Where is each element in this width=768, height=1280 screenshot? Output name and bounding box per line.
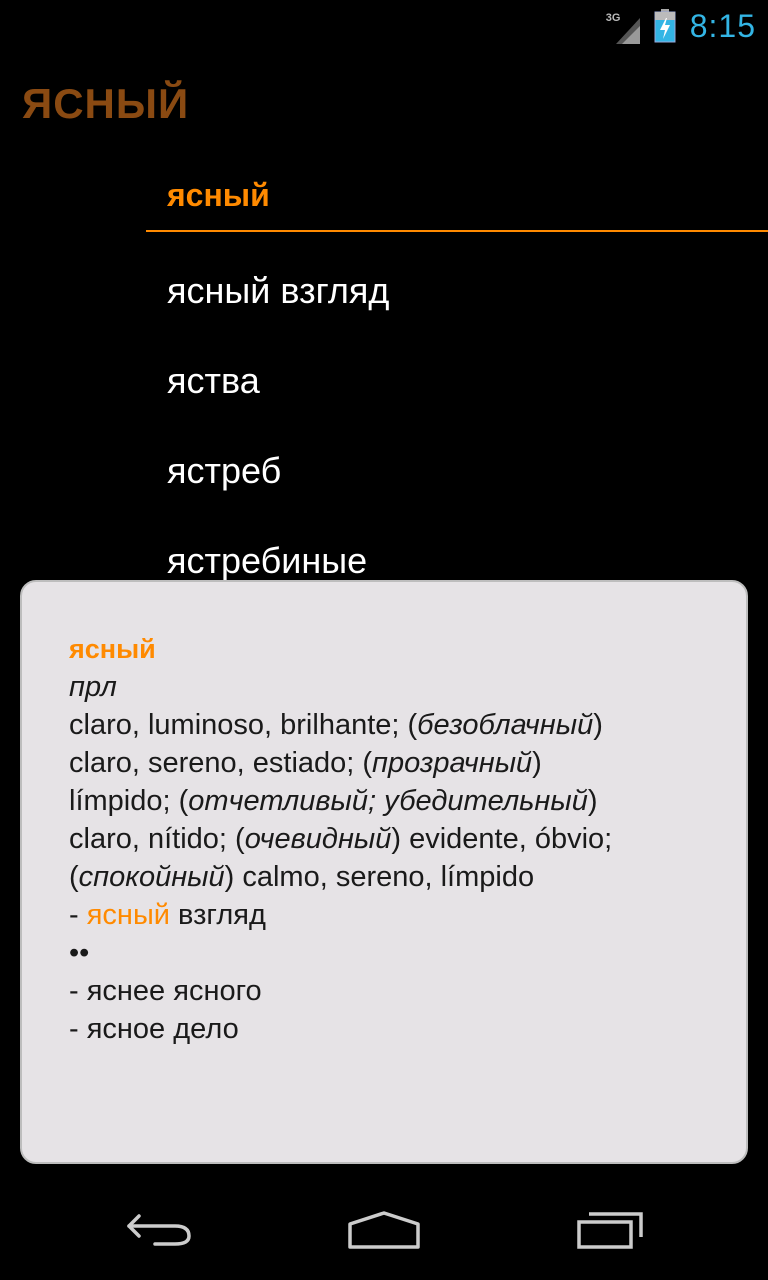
status-icons: 3G 8:15 <box>606 4 756 48</box>
recent-apps-icon <box>577 1212 643 1249</box>
definition-line: claro, nítido; (очевидный) evidente, óbv… <box>69 820 700 858</box>
back-button[interactable] <box>90 1180 230 1280</box>
definition-note: безоблачный <box>417 709 594 741</box>
definition-text: ) <box>532 747 542 779</box>
definition-note: прозрачный <box>372 747 533 779</box>
definition-body: claro, luminoso, brilhante; (безоблачный… <box>69 706 700 1048</box>
definition-text: ) calmo, sereno, límpido <box>224 861 535 893</box>
definition-line: (спокойный) calmo, sereno, límpido <box>69 858 700 896</box>
navigation-bar <box>0 1180 768 1280</box>
definition-popup[interactable]: ясный прл claro, luminoso, brilhante; (б… <box>20 580 748 1164</box>
definition-line: - ясное дело <box>69 1010 700 1048</box>
word-list-item[interactable]: ясный взгляд <box>146 246 768 336</box>
definition-text: ) <box>593 709 603 741</box>
definition-text: - яснее ясного <box>69 975 262 1007</box>
definition-text: •• <box>69 937 90 969</box>
definition-line: - яснее ясного <box>69 972 700 1010</box>
word-list: ясный ясный взгляд яства ястреб ястребин… <box>146 155 768 606</box>
part-of-speech: прл <box>69 671 117 703</box>
word-list-item[interactable]: яства <box>146 336 768 426</box>
definition-note: отчетливый; убедительный <box>188 785 588 817</box>
definition-note: очевидный <box>244 823 392 855</box>
definition-text: claro, nítido; ( <box>69 823 245 855</box>
definition-text: claro, luminoso, brilhante; ( <box>69 709 418 741</box>
page-title: ЯСНЫЙ <box>22 80 190 127</box>
status-bar: 3G 8:15 <box>0 0 768 50</box>
home-button[interactable] <box>314 1180 454 1280</box>
home-icon <box>348 1211 420 1249</box>
definition-text: - <box>69 899 87 931</box>
battery-charging-icon <box>654 9 676 43</box>
definition-text: взгляд <box>169 899 266 931</box>
definition-line: límpido; (отчетливый; убедительный) <box>69 782 700 820</box>
definition-line: •• <box>69 934 700 972</box>
signal-icon: 3G <box>606 8 640 44</box>
definition-line: claro, luminoso, brilhante; (безоблачный… <box>69 706 700 744</box>
definition-line: - ясный взгляд <box>69 896 700 934</box>
word-list-item-selected[interactable]: ясный <box>146 155 768 232</box>
definition-note: спокойный <box>78 861 225 893</box>
definition-text: límpido; ( <box>69 785 189 817</box>
definition-headword: ясный <box>69 634 156 664</box>
screen: 3G 8:15 ЯСНЫЙ ясный ясный взгляд яства я… <box>0 0 768 1280</box>
definition-text: ) <box>587 785 598 817</box>
definition-text: ( <box>69 861 79 893</box>
clock: 8:15 <box>689 7 756 44</box>
definition-text: ) evidente, óbvio; <box>391 823 613 855</box>
word-list-item[interactable]: ястреб <box>146 426 768 516</box>
definition-line: claro, sereno, estiado; (прозрачный) <box>69 744 700 782</box>
definition-headword-ref: ясный <box>86 899 170 931</box>
back-icon <box>127 1214 191 1246</box>
recent-apps-button[interactable] <box>540 1180 680 1280</box>
definition-text: claro, sereno, estiado; ( <box>69 747 373 779</box>
definition-text: - ясное дело <box>69 1013 239 1045</box>
